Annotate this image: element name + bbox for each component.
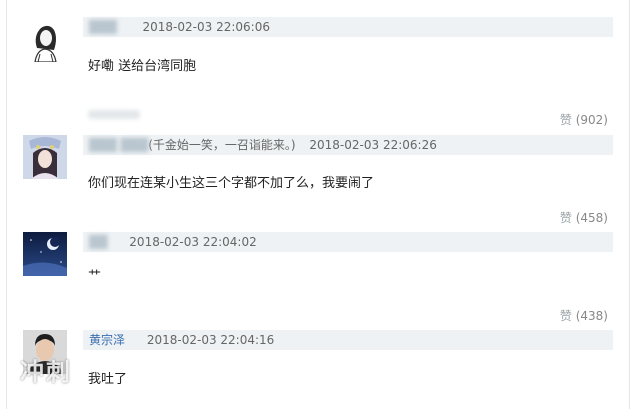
like-label: 赞	[559, 113, 572, 127]
like-button[interactable]: 赞 (902)	[560, 111, 608, 128]
timestamp: 2018-02-03 22:04:02	[129, 235, 257, 249]
timestamp: 2018-02-03 22:06:06	[142, 20, 270, 34]
like-label: 赞	[559, 309, 572, 323]
username[interactable]: ███	[89, 17, 117, 37]
comment-text: 我吐了	[88, 372, 128, 387]
comment-text: 艹	[88, 269, 102, 284]
like-count: (902)	[575, 113, 608, 127]
night-sky-avatar-icon	[23, 232, 67, 276]
avatar[interactable]	[23, 18, 67, 62]
comment-meta: ███ 2018-02-03 22:06:06	[83, 17, 613, 37]
user-note: (千金始一笑，一召诣能来。)	[148, 138, 296, 152]
comment-meta: 黄宗泽 2018-02-03 22:04:16	[83, 330, 613, 350]
comment-meta: ██ 2018-02-03 22:04:02	[83, 232, 613, 252]
comment-text: 好嘞 送给台湾同胞	[88, 59, 197, 74]
comment-meta: ███ ███(千金始一笑，一召诣能来。) 2018-02-03 22:06:2…	[83, 135, 613, 155]
like-label: 赞	[559, 211, 572, 225]
blurred-text	[88, 110, 140, 119]
like-button[interactable]: 赞 (458)	[560, 209, 608, 226]
watermark: 冲刺	[20, 358, 72, 386]
sketch-girl-avatar-icon	[23, 18, 67, 62]
username[interactable]: ██	[89, 232, 107, 252]
comment-text: 你们现在连某小生这三个字都不加了么，我要闹了	[88, 176, 375, 191]
username[interactable]: ███ ███	[89, 135, 148, 155]
like-button[interactable]: 赞 (438)	[560, 307, 608, 324]
avatar[interactable]	[23, 232, 67, 276]
like-count: (438)	[575, 309, 608, 323]
avatar[interactable]	[23, 135, 67, 179]
timestamp: 2018-02-03 22:06:26	[309, 138, 437, 152]
username[interactable]: 黄宗泽	[89, 330, 125, 350]
like-count: (458)	[575, 211, 608, 225]
timestamp: 2018-02-03 22:04:16	[146, 333, 275, 347]
costume-lady-avatar-icon	[23, 135, 67, 179]
